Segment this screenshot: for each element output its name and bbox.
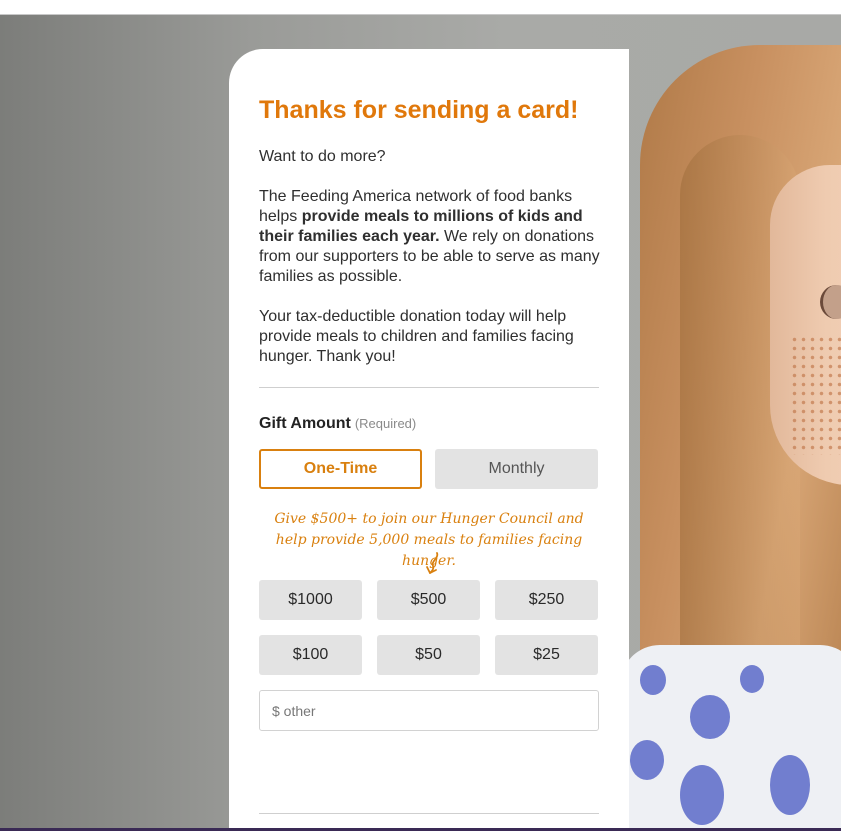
divider <box>259 813 599 814</box>
card-heading: Thanks for sending a card! <box>259 96 579 124</box>
gift-amount-label: Gift Amount (Required) <box>259 415 416 433</box>
one-time-button[interactable]: One-Time <box>259 449 422 489</box>
amount-1000-button[interactable]: $1000 <box>259 580 362 620</box>
gift-amount-title: Gift Amount <box>259 415 351 432</box>
hand-drawn-arrow-icon <box>426 552 439 574</box>
girl-photo <box>620 15 841 828</box>
browser-top-bar <box>0 0 841 15</box>
monthly-button[interactable]: Monthly <box>435 449 598 489</box>
other-amount-input[interactable] <box>259 690 599 731</box>
divider <box>259 387 599 388</box>
amount-500-button[interactable]: $500 <box>377 580 480 620</box>
donation-card: Thanks for sending a card! Want to do mo… <box>229 49 629 831</box>
amount-250-button[interactable]: $250 <box>495 580 598 620</box>
tax-paragraph: Your tax-deductible donation today will … <box>259 308 574 365</box>
amount-25-button[interactable]: $25 <box>495 635 598 675</box>
required-indicator: (Required) <box>354 416 417 431</box>
amount-100-button[interactable]: $100 <box>259 635 362 675</box>
amount-50-button[interactable]: $50 <box>377 635 480 675</box>
network-paragraph: The Feeding America network of food bank… <box>259 187 604 287</box>
want-more-text: Want to do more? <box>259 148 386 165</box>
